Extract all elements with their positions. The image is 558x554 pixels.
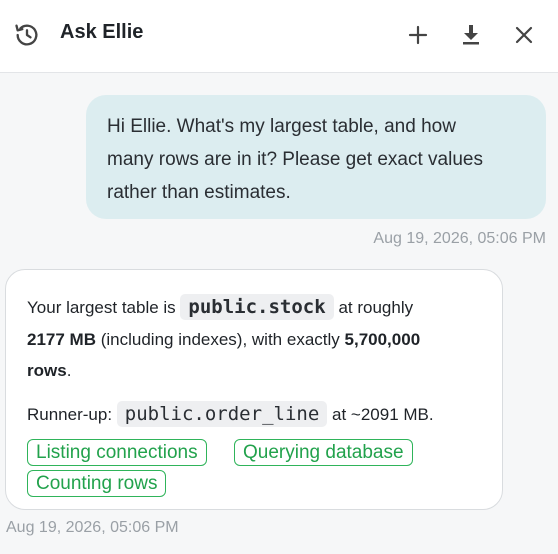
runner-up-code: public.order_line: [116, 401, 328, 427]
history-icon[interactable]: [11, 19, 43, 51]
tag-listing-connections[interactable]: Listing connections: [27, 439, 207, 466]
runner-up-size: at ~2091 MB.: [332, 405, 434, 424]
download-icon[interactable]: [455, 18, 487, 50]
tag-counting-rows[interactable]: Counting rows: [27, 470, 167, 497]
user-message-line: rather than estimates.: [107, 182, 291, 203]
answer-text: Your largest table is: [27, 298, 176, 317]
assistant-message-bubble: Your largest table is public.stock at ro…: [5, 269, 503, 510]
tag-querying-database[interactable]: Querying database: [234, 439, 413, 466]
assistant-message-timestamp: Aug 19, 2026, 05:06 PM: [6, 519, 179, 536]
user-message-timestamp: Aug 19, 2026, 05:06 PM: [373, 230, 546, 247]
user-message-bubble: Hi Ellie. What's my largest table, and h…: [86, 95, 546, 219]
answer-line-1: Your largest table is public.stock at ro…: [27, 294, 414, 320]
page-title: Ask Ellie: [60, 21, 144, 43]
answer-punct: .: [66, 361, 72, 380]
user-message-line: Hi Ellie. What's my largest table, and h…: [107, 116, 456, 137]
rows-word: rows: [27, 361, 67, 380]
plus-icon[interactable]: [402, 19, 434, 51]
close-icon[interactable]: [508, 19, 540, 51]
row-count: 5,700,000: [344, 330, 421, 349]
table-size: 2177 MB: [27, 330, 96, 349]
table-name-code: public.stock: [180, 294, 334, 320]
runner-up-label: Runner-up:: [27, 405, 113, 424]
answer-line-3: rows.: [27, 361, 71, 381]
answer-line-2: 2177 MB (including indexes), with exactl…: [27, 330, 420, 350]
answer-text: at roughly: [338, 298, 414, 317]
answer-text: (including indexes), with exactly: [100, 330, 340, 349]
runner-up-line: Runner-up: public.order_line at ~2091 MB…: [27, 401, 434, 427]
user-message-line: many rows are in it? Please get exact va…: [107, 149, 483, 170]
chat-header: Ask Ellie: [0, 0, 558, 73]
